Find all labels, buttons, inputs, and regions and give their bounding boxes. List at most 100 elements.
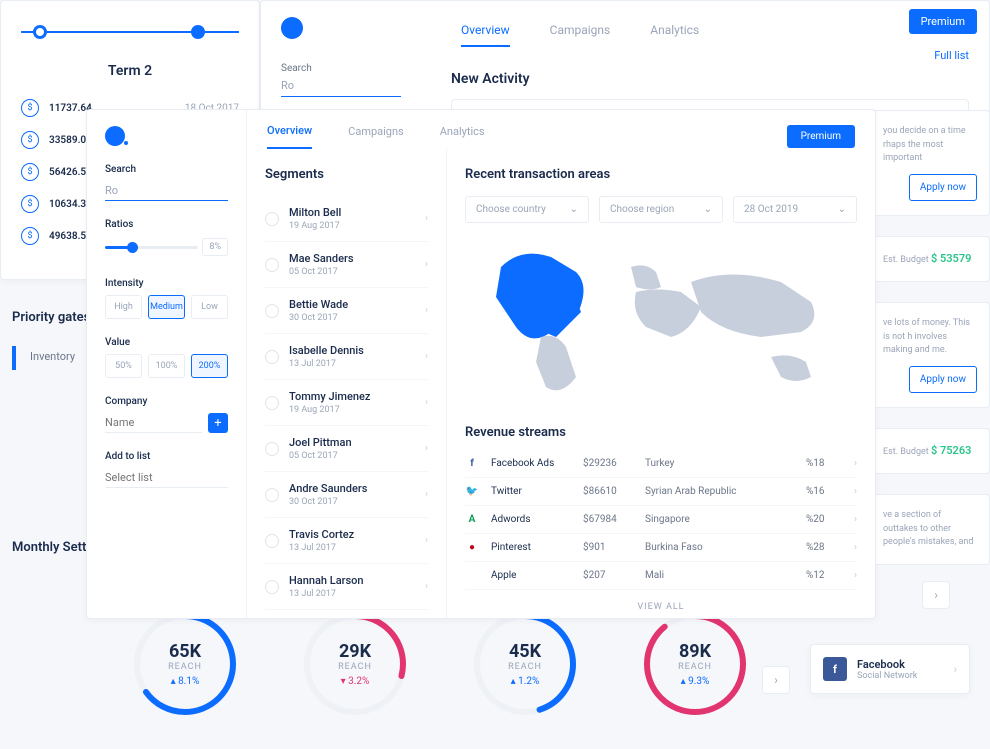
intensity-option[interactable]: Medium	[148, 295, 185, 319]
value-option[interactable]: 200%	[191, 354, 228, 378]
nav-arrow-button[interactable]: ›	[922, 581, 950, 609]
tab-analytics[interactable]: Analytics	[650, 23, 699, 47]
apply-button[interactable]: Apply now	[909, 366, 977, 393]
addlist-label: Add to list	[105, 451, 228, 462]
radio-icon	[265, 580, 279, 594]
filter-select[interactable]: Choose region⌄	[599, 196, 723, 223]
dollar-icon: $	[21, 131, 39, 149]
segment-item[interactable]: Tommy Jimenez19 Aug 2017›	[265, 380, 428, 426]
side-item: ve lots of money. This is not h involves…	[870, 302, 990, 408]
side-item: ve a section of outtakes to other people…	[870, 494, 990, 565]
company-input[interactable]	[105, 413, 202, 433]
radio-icon	[265, 442, 279, 456]
filter-select[interactable]: Choose country⌄	[465, 196, 589, 223]
company-label: Company	[105, 396, 228, 407]
premium-button[interactable]: Premium	[909, 9, 977, 34]
segment-item[interactable]: Milton Bell19 Aug 2017›	[265, 196, 428, 242]
side-item: Est. Budget $ 53579	[870, 236, 990, 283]
filters-sidebar: Search Ratios 8% Intensity HighMediumLow…	[87, 110, 247, 618]
tab-campaigns[interactable]: Campaigns	[550, 23, 611, 47]
revenue-row[interactable]: ●Pinterest$901Burkina Faso%28›	[465, 534, 857, 562]
inventory-label: Inventory	[30, 350, 75, 363]
tab-analytics[interactable]: Analytics	[440, 125, 485, 148]
ratios-label: Ratios	[105, 219, 228, 230]
add-company-button[interactable]: +	[208, 413, 228, 433]
dollar-icon: $	[21, 195, 39, 213]
filter-select[interactable]: 28 Oct 2019⌄	[733, 196, 857, 223]
chevron-right-icon: ›	[854, 486, 857, 497]
tw-icon: 🐦	[465, 486, 479, 497]
bg-right-column: you decide on a time rhaps the most impo…	[870, 110, 990, 585]
fb-icon: f	[465, 458, 479, 469]
segment-item[interactable]: Bettie Wade30 Oct 2017›	[265, 288, 428, 334]
facebook-icon: f	[823, 657, 847, 681]
full-list-link[interactable]: Full list	[934, 49, 969, 62]
facebook-card[interactable]: f Facebook Social Network ›	[810, 644, 970, 694]
chevron-right-icon: ›	[425, 535, 428, 546]
dollar-icon: $	[21, 163, 39, 181]
radio-icon	[265, 534, 279, 548]
search-input[interactable]	[281, 75, 401, 97]
value-option[interactable]: 100%	[148, 354, 185, 378]
revenue-row[interactable]: fFacebook Ads$29236Turkey%18›	[465, 450, 857, 478]
radio-icon	[265, 488, 279, 502]
logo-icon	[105, 126, 125, 146]
tab-overview[interactable]: Overview	[461, 23, 510, 47]
chevron-right-icon: ›	[854, 458, 857, 469]
revenue-row[interactable]: AAdwords$67984Singapore%20›	[465, 506, 857, 534]
dollar-icon: $	[21, 99, 39, 117]
priority-heading: Priority gates Inventory	[12, 310, 90, 325]
intensity-option[interactable]: Low	[191, 295, 228, 319]
ratios-slider[interactable]: 8%	[105, 236, 228, 260]
reach-donut: 65KREACH▴ 8.1%	[130, 609, 240, 719]
pi-icon: ●	[465, 542, 479, 553]
search-input[interactable]	[105, 181, 228, 201]
apply-button[interactable]: Apply now	[909, 174, 977, 201]
logo-icon	[281, 17, 303, 39]
chevron-down-icon: ⌄	[838, 204, 846, 215]
segments-panel: Segments Milton Bell19 Aug 2017›Mae Sand…	[247, 149, 447, 618]
nav-arrow-button[interactable]: ›	[762, 666, 790, 694]
reach-donut: 89KREACH▴ 9.3%	[640, 609, 750, 719]
chevron-right-icon: ›	[425, 443, 428, 454]
tab-campaigns[interactable]: Campaigns	[348, 125, 404, 148]
term-slider[interactable]	[21, 31, 239, 33]
ratios-pct: 8%	[202, 238, 228, 256]
reach-donut: 29KREACH▾ 3.2%	[300, 609, 410, 719]
chevron-right-icon: ›	[954, 663, 957, 676]
main-tabs: Overview Campaigns Analytics Premium	[247, 110, 875, 149]
segment-item[interactable]: Joel Pittman05 Oct 2017›	[265, 426, 428, 472]
segment-item[interactable]: Isabelle Dennis13 Jul 2017›	[265, 334, 428, 380]
term-title: Term 2	[21, 63, 239, 79]
activity-title: New Activity	[451, 71, 969, 87]
value-option[interactable]: 50%	[105, 354, 142, 378]
chevron-right-icon: ›	[854, 514, 857, 525]
revenue-viewall[interactable]: VIEW ALL	[465, 590, 857, 618]
revenue-row[interactable]: Apple$207Mali%12›	[465, 562, 857, 590]
chevron-right-icon: ›	[425, 489, 428, 500]
reach-donut: 45KREACH▴ 1.2%	[470, 609, 580, 719]
bg-tabs: Overview Campaigns Analytics	[461, 23, 969, 47]
segment-item[interactable]: Travis Cortez13 Jul 2017›	[265, 518, 428, 564]
transactions-panel: Recent transaction areas Choose country⌄…	[447, 149, 875, 618]
segment-item[interactable]: Andre Saunders30 Oct 2017›	[265, 472, 428, 518]
chevron-right-icon: ›	[425, 213, 428, 224]
addlist-select[interactable]	[105, 468, 228, 488]
chevron-right-icon: ›	[425, 305, 428, 316]
chevron-right-icon: ›	[854, 542, 857, 553]
intensity-option[interactable]: High	[105, 295, 142, 319]
chevron-down-icon: ⌄	[704, 204, 712, 215]
segment-item[interactable]: Hannah Larson13 Jul 2017›	[265, 564, 428, 610]
segment-item[interactable]: Mae Sanders05 Oct 2017›	[265, 242, 428, 288]
chevron-right-icon: ›	[854, 570, 857, 581]
chevron-right-icon: ›	[425, 397, 428, 408]
chevron-right-icon: ›	[425, 581, 428, 592]
radio-icon	[265, 396, 279, 410]
world-map[interactable]	[465, 237, 857, 407]
trans-title: Recent transaction areas	[465, 167, 857, 182]
revenue-row[interactable]: 🐦Twitter$86610Syrian Arab Republic%16›	[465, 478, 857, 506]
tab-overview[interactable]: Overview	[267, 124, 312, 149]
segments-viewall[interactable]: VIEW ALL	[265, 610, 428, 618]
premium-button[interactable]: Premium	[787, 125, 855, 148]
aw-icon: A	[465, 514, 479, 525]
